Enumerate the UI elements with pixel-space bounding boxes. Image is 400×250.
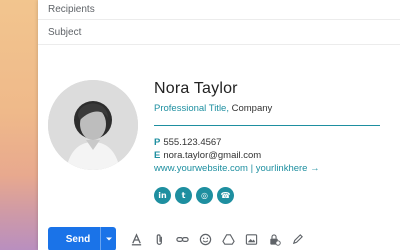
background-decoration	[0, 0, 40, 250]
subject-placeholder: Subject	[48, 26, 82, 38]
signature-name: Nora Taylor	[154, 80, 238, 97]
format-text-icon[interactable]	[128, 231, 144, 247]
chevron-down-icon	[105, 237, 112, 241]
send-button[interactable]: Send	[48, 227, 116, 250]
emoji-icon[interactable]	[197, 231, 213, 247]
subject-field[interactable]: Subject	[38, 20, 400, 45]
linkedin-icon[interactable]: in	[154, 187, 171, 204]
company-name: Company	[231, 103, 273, 114]
signature-divider	[154, 125, 380, 126]
attach-icon[interactable]	[151, 231, 167, 247]
compose-toolbar: Send	[48, 227, 305, 250]
email-address[interactable]: nora.taylor@gmail.com	[163, 150, 261, 161]
recipients-placeholder: Recipients	[48, 4, 95, 15]
compose-window: Recipients Subject Nora Taylor Professio…	[38, 0, 400, 250]
phone-line: P 555.123.4567	[154, 136, 384, 149]
lock-icon[interactable]	[266, 231, 282, 247]
recipients-field[interactable]: Recipients	[38, 0, 400, 20]
website-links[interactable]: www.yourwebsite.com | yourlinkhere →	[154, 162, 384, 175]
twitter-icon[interactable]: t	[175, 187, 192, 204]
link-icon[interactable]	[174, 231, 190, 247]
pen-icon[interactable]	[289, 231, 305, 247]
job-title: Professional Title,	[154, 103, 229, 114]
email-signature: Nora Taylor Professional Title, Company …	[48, 70, 388, 210]
signature-title: Professional Title, Company	[154, 103, 384, 114]
phone-number: 555.123.4567	[163, 137, 222, 148]
phone-label: P	[154, 137, 161, 148]
profile-photo	[48, 80, 138, 170]
toolbar-icons	[128, 231, 305, 247]
send-label: Send	[65, 233, 91, 245]
social-icons: in t ◎ ☎	[154, 187, 384, 204]
whatsapp-icon[interactable]: ☎	[217, 187, 234, 204]
send-options-button[interactable]	[100, 227, 116, 250]
contact-block: P 555.123.4567 Enora.taylor@gmail.com www…	[154, 136, 384, 175]
email-line: Enora.taylor@gmail.com	[154, 149, 384, 162]
drive-icon[interactable]	[220, 231, 236, 247]
photo-icon[interactable]	[243, 231, 259, 247]
instagram-icon[interactable]: ◎	[196, 187, 213, 204]
email-label: E	[154, 150, 161, 161]
